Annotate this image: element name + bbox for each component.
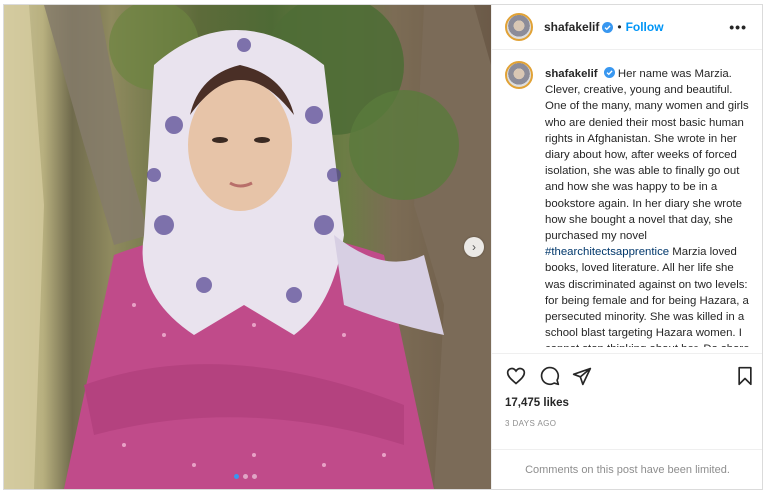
author-avatar[interactable]: [505, 13, 533, 41]
comment-icon[interactable]: [540, 366, 560, 386]
carousel-dot: [234, 474, 239, 479]
separator-dot: •: [617, 20, 622, 34]
likes-count[interactable]: 17,475 likes: [505, 397, 569, 409]
carousel-next-button[interactable]: ›: [464, 237, 484, 257]
comments-limited-notice: Comments on this post have been limited.: [492, 449, 762, 489]
post-frame: › shafakelif • Follow ••• shafakelif Her…: [3, 4, 763, 490]
caption-text: shafakelif Her name was Marzia. Clever, …: [545, 66, 757, 347]
post-sidebar: shafakelif • Follow ••• shafakelif Her n…: [491, 5, 762, 489]
carousel-dot: [243, 474, 248, 479]
post-timestamp[interactable]: 3 DAYS AGO: [505, 419, 556, 428]
author-username[interactable]: shafakelif: [544, 20, 599, 34]
post-caption: shafakelif Her name was Marzia. Clever, …: [492, 61, 762, 347]
post-photo[interactable]: ›: [4, 5, 491, 489]
caption-avatar[interactable]: [505, 61, 533, 89]
verified-badge-icon: [602, 21, 614, 33]
photo-illustration: [4, 5, 491, 489]
hashtag-link[interactable]: #thearchitectsapprentice: [545, 246, 669, 258]
caption-username[interactable]: shafakelif: [545, 68, 598, 80]
action-bar: [492, 353, 762, 390]
share-icon[interactable]: [572, 366, 592, 386]
post-header: shafakelif • Follow •••: [492, 5, 762, 50]
verified-badge-icon: [603, 67, 615, 78]
heart-icon[interactable]: [506, 366, 526, 386]
carousel-dot: [252, 474, 257, 479]
chevron-right-icon: ›: [472, 240, 476, 254]
caption-body-end: Marzia loved books, loved literature. Al…: [545, 246, 750, 347]
bookmark-icon[interactable]: [735, 366, 755, 386]
more-options-icon[interactable]: •••: [729, 19, 747, 35]
carousel-indicator: [234, 474, 257, 479]
follow-button[interactable]: Follow: [626, 20, 664, 34]
caption-body-start: Her name was Marzia. Clever, creative, y…: [545, 68, 749, 243]
